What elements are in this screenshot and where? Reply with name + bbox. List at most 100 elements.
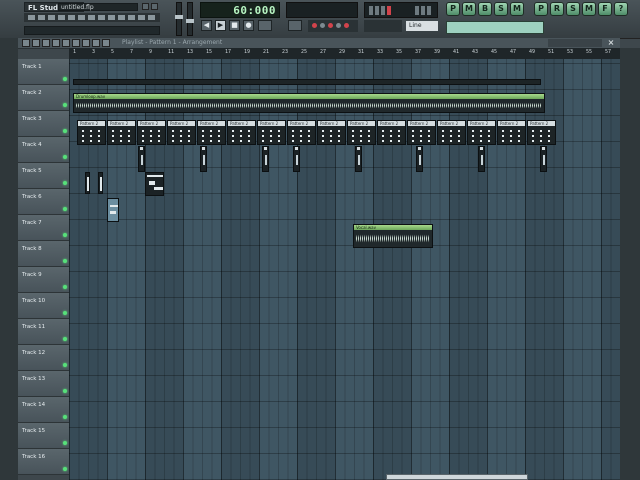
paint-tool-icon[interactable]	[42, 39, 50, 47]
track-mute-led[interactable]	[63, 259, 67, 263]
track-header[interactable]: Track 12	[18, 345, 69, 371]
master-pitch-slider[interactable]	[186, 2, 194, 36]
track4-clip[interactable]	[138, 146, 145, 172]
track3-pattern-clip[interactable]: Pattern 2	[257, 120, 286, 145]
menu-bar[interactable]	[24, 13, 160, 22]
track3-pattern-clip[interactable]: Pattern 2	[407, 120, 436, 145]
play-button[interactable]: ▶	[215, 20, 226, 31]
track3-pattern-clip[interactable]: Pattern 2	[137, 120, 166, 145]
track-header[interactable]: Track 9	[18, 267, 69, 293]
track4-clip[interactable]	[200, 146, 207, 172]
track3-pattern-clip[interactable]: Pattern 2	[377, 120, 406, 145]
record-settings-icon[interactable]: R	[550, 2, 564, 16]
tempo-panel[interactable]	[286, 2, 358, 18]
fx-icon[interactable]: F	[598, 2, 612, 16]
track1-clip[interactable]	[73, 79, 541, 85]
track5-clip[interactable]	[145, 172, 164, 196]
track-header[interactable]: Track 16	[18, 449, 69, 475]
track-mute-led[interactable]	[63, 129, 67, 133]
track-header[interactable]: Track 4	[18, 137, 69, 163]
track3-pattern-clip[interactable]: Pattern 2	[467, 120, 496, 145]
snap-panel[interactable]	[364, 20, 402, 32]
track-header[interactable]: Track 1	[18, 59, 69, 85]
track3-pattern-clip[interactable]: Pattern 2	[167, 120, 196, 145]
snap-mode-select[interactable]: Line	[406, 21, 438, 31]
track-mute-led[interactable]	[63, 233, 67, 237]
pattern-selector[interactable]	[308, 20, 358, 32]
record-button[interactable]: ●	[243, 20, 254, 31]
track-mute-led[interactable]	[63, 467, 67, 471]
track-mute-led[interactable]	[63, 155, 67, 159]
track-mute-led[interactable]	[63, 389, 67, 393]
track3-pattern-clip[interactable]: Pattern 2	[197, 120, 226, 145]
vertical-scrollbar[interactable]	[620, 48, 640, 480]
pattern-mode-button[interactable]	[288, 20, 302, 31]
track3-pattern-clip[interactable]: Pattern 2	[527, 120, 556, 145]
track3-pattern-clip[interactable]: Pattern 2	[107, 120, 136, 145]
track3-pattern-clip[interactable]: Pattern 2	[347, 120, 376, 145]
main-menu-icon[interactable]: M	[510, 2, 524, 16]
track-header[interactable]: Track 7	[18, 215, 69, 241]
track-mute-led[interactable]	[63, 285, 67, 289]
browser-icon[interactable]: B	[478, 2, 492, 16]
track2-audio-clip[interactable]: Drumloop.wav	[73, 93, 545, 113]
track3-pattern-clip[interactable]: Pattern 2	[227, 120, 256, 145]
mixer-icon[interactable]: M	[462, 2, 476, 16]
minimize-icon[interactable]	[142, 3, 149, 10]
track-header[interactable]: Track 2	[18, 85, 69, 111]
track3-pattern-clip[interactable]: Pattern 2	[287, 120, 316, 145]
track-mute-led[interactable]	[63, 415, 67, 419]
piano-roll-icon[interactable]: P	[534, 2, 548, 16]
mute-tool-icon[interactable]	[62, 39, 70, 47]
stop-button[interactable]: ■	[229, 20, 240, 31]
track-header[interactable]: Track 10	[18, 293, 69, 319]
draw-tool-icon[interactable]	[32, 39, 40, 47]
track-header[interactable]: Track 3	[18, 111, 69, 137]
track5-clip[interactable]	[98, 172, 103, 194]
track-mute-led[interactable]	[63, 441, 67, 445]
track5-clip[interactable]	[85, 172, 90, 194]
snap-icon[interactable]	[22, 39, 30, 47]
horizontal-scrollbar[interactable]	[386, 474, 528, 480]
track-header[interactable]: Track 11	[18, 319, 69, 345]
horizontal-zoom-bar[interactable]	[548, 39, 602, 47]
track3-pattern-clip[interactable]: Pattern 2	[317, 120, 346, 145]
track4-clip[interactable]	[478, 146, 485, 172]
track-mute-led[interactable]	[63, 337, 67, 341]
track4-clip[interactable]	[355, 146, 362, 172]
track3-pattern-clip[interactable]: Pattern 2	[77, 120, 106, 145]
track6-clip[interactable]	[107, 198, 119, 222]
playback-tool-icon[interactable]	[102, 39, 110, 47]
master-volume-slider[interactable]	[175, 2, 183, 36]
track-mute-led[interactable]	[63, 207, 67, 211]
tempo-button[interactable]	[258, 20, 272, 31]
delete-tool-icon[interactable]	[52, 39, 60, 47]
track-header[interactable]: Track 8	[18, 241, 69, 267]
track4-clip[interactable]	[293, 146, 300, 172]
slice-tool-icon[interactable]	[72, 39, 80, 47]
track-header[interactable]: Track 15	[18, 423, 69, 449]
track-mute-led[interactable]	[63, 103, 67, 107]
step-sequencer-icon[interactable]: S	[494, 2, 508, 16]
track-mute-led[interactable]	[63, 311, 67, 315]
track-header[interactable]: Track 6	[18, 189, 69, 215]
track3-pattern-clip[interactable]: Pattern 2	[437, 120, 466, 145]
metronome-icon[interactable]: M	[582, 2, 596, 16]
close-icon[interactable]: ×	[606, 38, 616, 48]
playlist-grid[interactable]: Drumloop.wav Vocal.wav Pattern 2 Pattern …	[69, 59, 620, 480]
zoom-tool-icon[interactable]	[92, 39, 100, 47]
song-position-display[interactable]: 60:000	[200, 2, 280, 18]
help-icon[interactable]: ?	[614, 2, 628, 16]
track3-pattern-clip[interactable]: Pattern 2	[497, 120, 526, 145]
track7-audio-clip[interactable]: Vocal.wav	[353, 224, 433, 248]
track-mute-led[interactable]	[63, 77, 67, 81]
track-header[interactable]: Track 5	[18, 163, 69, 189]
save-icon[interactable]: S	[566, 2, 580, 16]
track4-clip[interactable]	[262, 146, 269, 172]
track-mute-led[interactable]	[63, 181, 67, 185]
track-header[interactable]: Track 14	[18, 397, 69, 423]
playlist-icon[interactable]: P	[446, 2, 460, 16]
select-tool-icon[interactable]	[82, 39, 90, 47]
close-window-icon[interactable]	[151, 3, 158, 10]
track4-clip[interactable]	[540, 146, 547, 172]
